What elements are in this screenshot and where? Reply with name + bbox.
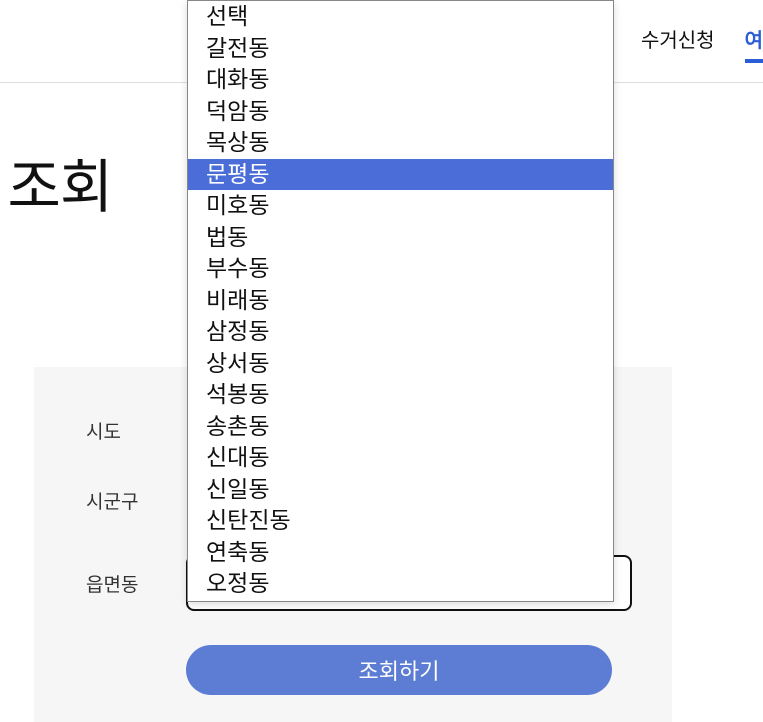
dropdown-option[interactable]: 문평동: [188, 159, 613, 191]
nav-item-active[interactable]: 여: [745, 24, 763, 63]
submit-button[interactable]: 조회하기: [186, 645, 612, 695]
dropdown-option[interactable]: 선택: [188, 1, 613, 33]
dropdown-option[interactable]: 목상동: [188, 127, 613, 159]
dropdown-option[interactable]: 석봉동: [188, 379, 613, 411]
dropdown-option[interactable]: 미호동: [188, 190, 613, 222]
dropdown-option[interactable]: 상서동: [188, 348, 613, 380]
dropdown-option[interactable]: 연축동: [188, 537, 613, 569]
dropdown-option[interactable]: 비래동: [188, 285, 613, 317]
dropdown-option[interactable]: 신일동: [188, 474, 613, 506]
nav-item-pickup[interactable]: 수거신청: [641, 24, 715, 63]
label-sigungu: 시군구: [86, 487, 186, 514]
dropdown-option[interactable]: 오정동: [188, 568, 613, 600]
dropdown-option[interactable]: 와동: [188, 600, 613, 603]
label-eupmyeondong: 읍면동: [86, 570, 186, 597]
dropdown-option[interactable]: 대화동: [188, 64, 613, 96]
dropdown-option[interactable]: 갈전동: [188, 33, 613, 65]
dropdown-list[interactable]: 선택갈전동대화동덕암동목상동문평동미호동법동부수동비래동삼정동상서동석봉동송촌동…: [187, 0, 614, 602]
page-title: ᅧ 조회: [0, 140, 112, 224]
dropdown-option[interactable]: 송촌동: [188, 411, 613, 443]
top-nav: 수거신청 여: [641, 24, 763, 63]
dropdown-option[interactable]: 법동: [188, 222, 613, 254]
dropdown-option[interactable]: 삼정동: [188, 316, 613, 348]
dropdown-option[interactable]: 덕암동: [188, 96, 613, 128]
dropdown-option[interactable]: 부수동: [188, 253, 613, 285]
dropdown-option[interactable]: 신대동: [188, 442, 613, 474]
dropdown-option[interactable]: 신탄진동: [188, 505, 613, 537]
label-sido: 시도: [86, 417, 186, 444]
